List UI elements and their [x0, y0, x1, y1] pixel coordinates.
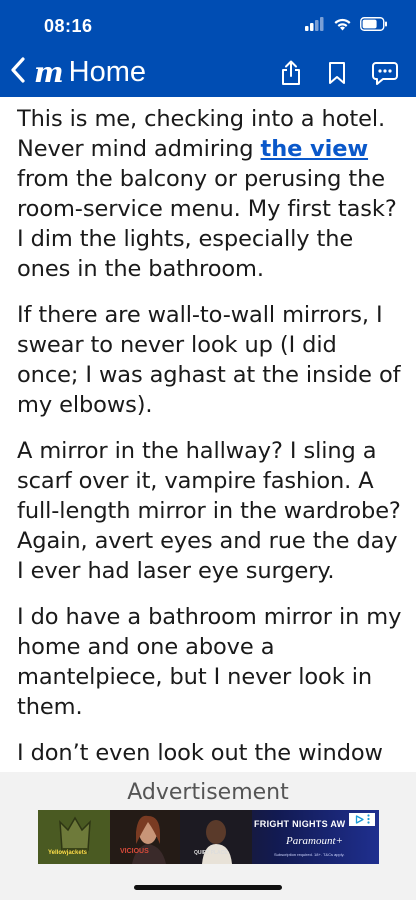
play-triangle-icon — [355, 811, 364, 829]
advertisement-area: Advertisement Yellowjackets VICIOUS QUIE… — [0, 772, 416, 900]
article-actions — [280, 60, 398, 91]
article-paragraph: This is me, checking into a hotel. Never… — [17, 104, 405, 284]
article-paragraph: A mirror in the hallway? I sling a scarf… — [17, 438, 401, 584]
app-logo: m — [34, 56, 64, 89]
back-button[interactable]: m Home — [10, 56, 146, 89]
back-label: Home — [68, 56, 146, 88]
advertisement-label: Advertisement — [127, 780, 289, 805]
ad-show-title: Yellowjackets — [48, 850, 88, 856]
ad-fine-print: Subscription required. 18+. T&Cs apply. — [274, 852, 345, 857]
wifi-icon — [333, 17, 352, 36]
battery-icon — [360, 17, 388, 36]
article-paragraph: I don’t even look out the window — [17, 740, 383, 766]
paragraph-text: from the balcony or perusing the room-se… — [17, 166, 397, 282]
share-icon[interactable] — [280, 60, 302, 91]
bookmark-icon[interactable] — [328, 61, 346, 90]
ad-show-title: QUIET PLACE — [194, 850, 228, 856]
ad-thumbnail-woman — [110, 810, 182, 864]
ad-show-title: VICIOUS — [120, 848, 149, 855]
app-header: 08:16 m Home — [0, 0, 416, 97]
the-view-link[interactable]: the view — [261, 136, 369, 162]
ad-choices-button[interactable] — [349, 813, 375, 826]
more-options-icon — [366, 811, 370, 829]
ad-banner[interactable]: Yellowjackets VICIOUS QUIET PLACE FRIGHT… — [38, 810, 379, 864]
article-paragraph: If there are wall-to-wall mirrors, I swe… — [17, 302, 401, 418]
article-body: This is me, checking into a hotel. Never… — [17, 104, 405, 772]
status-icons — [305, 17, 388, 36]
ad-brand: Paramount+ — [286, 835, 343, 847]
comments-icon[interactable] — [372, 61, 398, 90]
article-paragraph: I do have a bathroom mirror in my home a… — [17, 604, 402, 720]
chevron-left-icon — [10, 57, 26, 88]
cellular-signal-icon — [305, 17, 325, 36]
home-indicator[interactable] — [134, 885, 282, 890]
ad-headline: FRIGHT NIGHTS AW — [254, 819, 346, 829]
status-time: 08:16 — [44, 16, 93, 36]
